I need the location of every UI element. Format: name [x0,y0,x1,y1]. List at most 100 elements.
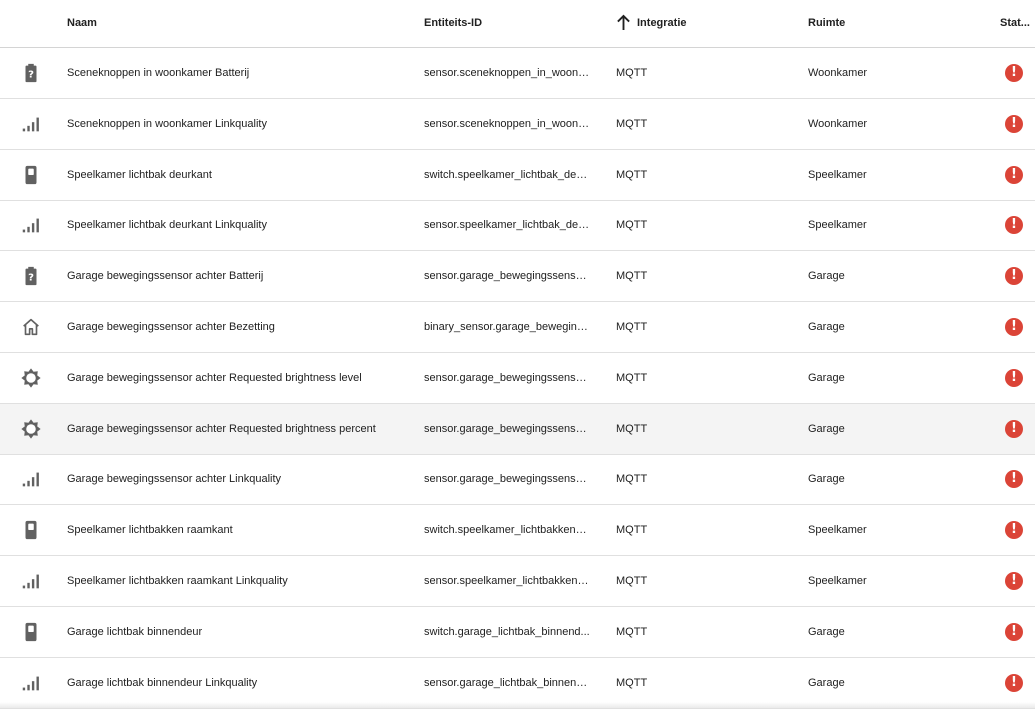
column-header-integration-label: Integratie [637,16,687,29]
entity-name: Speelkamer lichtbak deurkant [67,168,212,181]
alert-circle-icon: ! [1005,622,1023,641]
entity-name: Sceneknoppen in woonkamer Linkquality [67,117,267,130]
brightness-icon [19,353,43,403]
alert-circle-icon: ! [1005,165,1023,184]
entity-name: Garage bewegingssensor achter Bezetting [67,321,275,333]
entity-id: sensor.sceneknoppen_in_woonk... [424,117,590,130]
table-row[interactable]: Speelkamer lichtbak deurkant switch.speel… [0,150,1035,201]
room-cell: Speelkamer [808,219,867,232]
table-header: Naam Entiteits-ID Integratie Ruimte Stat… [0,0,1035,48]
entity-name: Speelkamer lichtbakken raamkant [67,524,233,537]
integration-cell: MQTT [616,270,648,283]
status-cell[interactable]: ! [1004,607,1024,657]
room-cell: Speelkamer [808,575,867,587]
entity-name: Garage bewegingssensor achter Requested … [67,371,362,384]
status-cell[interactable]: ! [1004,505,1024,555]
table-row[interactable]: ? Garage bewegingssensor achter Batterij s… [0,251,1035,303]
table-row[interactable]: Garage bewegingssensor achter Linkqualit… [0,454,1035,506]
switch-icon [19,150,43,200]
entity-name: Garage lichtbak binnendeur [67,625,203,638]
entity-name: Garage bewegingssensor achter Requested … [67,422,376,435]
entity-name: Garage lichtbak binnendeur Linkquality [67,676,258,689]
alert-circle-icon: ! [1005,267,1023,286]
integration-cell: MQTT [616,473,648,486]
arrow-up-icon [617,14,630,30]
alert-circle-icon: ! [1005,419,1023,438]
status-cell[interactable]: ! [1004,150,1024,200]
entity-name: Speelkamer lichtbak deurkant Linkquality [67,219,267,232]
integration-cell: MQTT [616,625,648,638]
integration-cell: MQTT [616,575,648,587]
integration-cell: MQTT [616,219,648,232]
table-row[interactable]: Garage bewegingssensor achter Requested … [0,353,1035,404]
entity-id: sensor.garage_bewegingssensor... [424,422,590,435]
room-cell: Garage [808,321,845,333]
room-cell: Garage [808,371,845,384]
entity-name: Sceneknoppen in woonkamer Batterij [67,67,250,79]
room-cell: Garage [808,473,845,486]
column-header-entity-id[interactable]: Entiteits-ID [424,16,482,30]
status-cell[interactable]: ! [1004,48,1024,98]
column-header-integration[interactable]: Integratie [616,14,687,31]
entity-id: switch.garage_lichtbak_binnend... [424,625,590,638]
switch-icon [19,607,43,657]
entity-id: sensor.speelkamer_lichtbakken_... [424,575,590,587]
signal-icon [19,200,43,250]
svg-text:?: ? [28,70,34,81]
room-cell: Garage [808,625,845,638]
signal-icon [19,99,43,149]
room-cell: Garage [808,676,845,689]
column-header-room[interactable]: Ruimte [808,16,845,30]
table-row[interactable]: Garage bewegingssensor achter Requested … [0,403,1035,455]
status-cell[interactable]: ! [1004,99,1024,149]
entity-id: sensor.garage_lichtbak_binnend... [424,676,590,689]
brightness-icon [19,404,43,454]
entity-name: Garage bewegingssensor achter Batterij [67,270,264,283]
integration-cell: MQTT [616,67,648,79]
alert-circle-icon: ! [1005,216,1023,235]
status-cell[interactable]: ! [1004,556,1024,606]
alert-circle-icon: ! [1005,572,1023,590]
alert-circle-icon: ! [1005,64,1023,82]
table-row[interactable]: ? Sceneknoppen in woonkamer Batterij senso… [0,48,1035,99]
entity-id: binary_sensor.garage_beweging... [424,321,590,333]
status-cell[interactable]: ! [1004,251,1024,301]
column-header-status[interactable]: Stat... [1000,16,1030,30]
status-cell[interactable]: ! [1004,200,1024,250]
status-cell[interactable]: ! [1004,454,1024,504]
integration-cell: MQTT [616,168,648,181]
signal-icon [19,454,43,504]
table-row[interactable]: Garage bewegingssensor achter Bezetting b… [0,302,1035,353]
entity-id: switch.speelkamer_lichtbak_deu... [424,168,590,181]
room-cell: Garage [808,270,845,283]
alert-circle-icon: ! [1005,521,1023,540]
column-header-name[interactable]: Naam [67,16,97,30]
integration-cell: MQTT [616,524,648,537]
room-cell: Woonkamer [808,67,868,79]
integration-cell: MQTT [616,371,648,384]
room-cell: Woonkamer [808,117,868,130]
integration-cell: MQTT [616,117,648,130]
table-row[interactable]: Speelkamer lichtbakken raamkant Linkqual… [0,556,1035,607]
table-row[interactable]: Garage lichtbak binnendeur switch.garage_… [0,607,1035,658]
room-cell: Speelkamer [808,524,867,537]
status-cell[interactable]: ! [1004,302,1024,352]
table-row[interactable]: Speelkamer lichtbakken raamkant switch.sp… [0,505,1035,557]
room-cell: Speelkamer [808,168,867,181]
status-cell[interactable]: ! [1004,404,1024,454]
integration-cell: MQTT [616,676,648,689]
status-cell[interactable]: ! [1004,658,1024,708]
integration-cell: MQTT [616,422,648,435]
table-row[interactable]: Sceneknoppen in woonkamer Linkquality sen… [0,99,1035,150]
entity-id: sensor.sceneknoppen_in_woonk... [424,67,590,79]
battery-unknown-icon: ? [19,251,43,301]
status-cell[interactable]: ! [1004,353,1024,403]
alert-circle-icon: ! [1005,673,1023,692]
table-row[interactable]: Speelkamer lichtbak deurkant Linkquality… [0,200,1035,252]
entity-id: sensor.garage_bewegingssensor... [424,270,590,283]
switch-icon [19,505,43,555]
entity-id: sensor.garage_bewegingssensor... [424,473,590,486]
entity-name: Speelkamer lichtbakken raamkant Linkqual… [67,575,288,587]
table-row[interactable]: Garage lichtbak binnendeur Linkquality se… [0,658,1035,709]
alert-circle-icon: ! [1005,114,1023,133]
